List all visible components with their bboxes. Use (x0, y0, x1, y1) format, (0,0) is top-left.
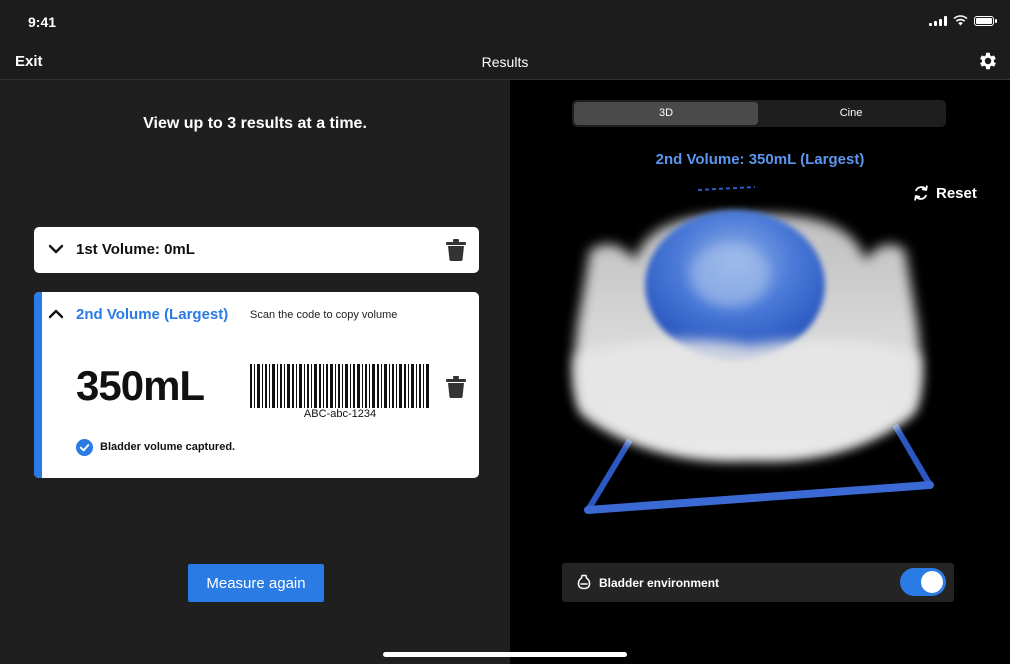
chevron-down-icon[interactable] (48, 241, 64, 257)
barcode-text: ABC-abc-1234 (303, 408, 377, 420)
bladder-environment-label: Bladder environment (599, 576, 720, 590)
gear-icon[interactable] (977, 50, 999, 72)
status-time: 9:41 (28, 14, 57, 30)
view-mode-segmented-control: 3D Cine (572, 100, 946, 127)
status-bar: 9:41 (0, 0, 1010, 44)
volume-value: 350mL (76, 362, 205, 409)
result-card-2-title: 2nd Volume (Largest) (76, 306, 229, 323)
results-hint: View up to 3 results at a time. (143, 115, 367, 132)
bladder-icon (577, 574, 591, 590)
reset-label: Reset (936, 184, 977, 202)
results-panel: View up to 3 results at a time. 1st Volu… (0, 80, 510, 664)
battery-icon (974, 15, 997, 26)
toggle-knob (921, 571, 943, 593)
viewer-panel: 3D Cine 2nd Volume: 350mL (Largest) Rese… (510, 80, 1010, 664)
bladder-environment-toggle[interactable] (900, 568, 946, 596)
page-title: Results (481, 54, 529, 70)
tab-cine[interactable]: Cine (758, 102, 944, 125)
trash-icon[interactable] (445, 375, 467, 399)
bladder-3d-render[interactable] (560, 180, 940, 530)
chevron-up-icon[interactable] (48, 306, 64, 322)
wifi-icon (953, 15, 968, 26)
selected-accent-bar (34, 292, 42, 478)
result-card-1-title: 1st Volume: 0mL (76, 241, 195, 258)
status-icons (929, 15, 997, 26)
viewer-volume-label: 2nd Volume: 350mL (Largest) (655, 151, 865, 168)
measure-again-button[interactable]: Measure again (188, 564, 324, 602)
tab-3d[interactable]: 3D (574, 102, 758, 125)
barcode (250, 364, 429, 408)
capture-status: Bladder volume captured. (100, 441, 236, 453)
bladder-environment-row: Bladder environment (562, 563, 954, 602)
scan-code-hint: Scan the code to copy volume (250, 309, 398, 321)
home-indicator[interactable] (383, 652, 627, 657)
result-card-1[interactable]: 1st Volume: 0mL (34, 227, 479, 273)
cellular-signal-icon (929, 15, 947, 26)
result-card-2[interactable]: 2nd Volume (Largest) Scan the code to co… (34, 292, 479, 478)
check-circle-icon (76, 439, 93, 456)
trash-icon[interactable] (445, 238, 467, 262)
nav-bar: Exit Results (0, 44, 1010, 80)
